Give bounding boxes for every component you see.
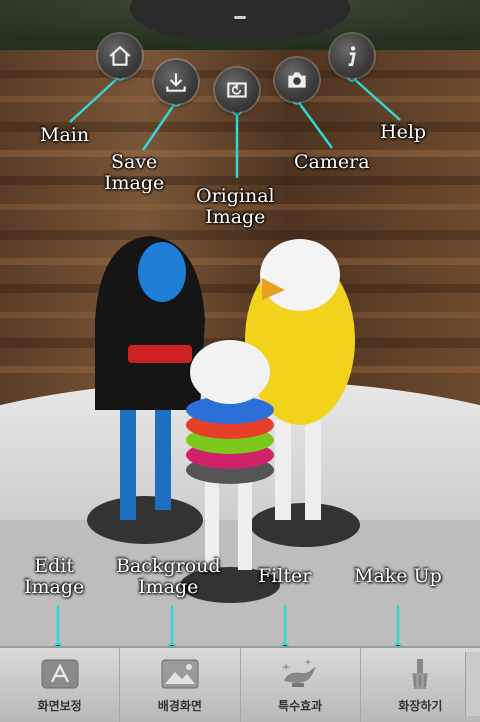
help-callout: Help [380, 121, 427, 143]
filter-callout: Filter [258, 565, 312, 587]
background-image-callout: Backgroud Image [116, 556, 221, 598]
tool-filter[interactable]: 특수효과 [241, 648, 361, 722]
edit-callout-line1: Edit [34, 555, 74, 577]
magic-lamp-icon [278, 656, 322, 692]
makeup-callout: Make Up [354, 565, 442, 587]
info-icon [348, 46, 356, 66]
toolbar-scroll-edge[interactable] [465, 652, 480, 716]
save-image-callout: Save Image [104, 152, 164, 194]
original-callout-line1: Original [196, 185, 275, 207]
tool-label: 특수효과 [278, 699, 323, 713]
makeup-brush-icon [398, 656, 442, 692]
camera-callout: Camera [294, 151, 370, 173]
download-icon [166, 73, 186, 92]
original-callout-line2: Image [205, 206, 266, 228]
edit-callout-line2: Image [24, 576, 85, 598]
main-callout: Main [40, 124, 90, 146]
tool-label: 화면보정 [37, 699, 82, 713]
restore-icon [227, 82, 247, 98]
app-store-icon [38, 656, 82, 692]
save-callout-line1: Save [110, 151, 158, 173]
edit-image-callout: Edit Image [24, 556, 84, 598]
menu-handle[interactable] [234, 16, 246, 19]
background-callout-line2: Image [138, 576, 199, 598]
tool-edit-image[interactable]: 화면보정 [0, 648, 121, 722]
save-callout-line2: Image [104, 172, 165, 194]
bottom-toolbar: 화면보정 배경화면 특수효과 화장하기 [0, 646, 480, 722]
original-image-callout: Original Image [196, 186, 275, 228]
camera-icon [288, 72, 306, 88]
background-callout-line1: Backgroud [116, 555, 221, 577]
tool-makeup[interactable]: 화장하기 [361, 648, 480, 722]
tool-background-image[interactable]: 배경화면 [120, 648, 241, 722]
picture-icon [158, 656, 202, 692]
main-button[interactable] [98, 34, 142, 78]
original-image-button[interactable] [215, 68, 259, 112]
home-icon [109, 45, 131, 66]
save-image-button[interactable] [154, 60, 198, 104]
help-button[interactable] [330, 34, 374, 78]
tool-label: 화장하기 [398, 699, 443, 713]
camera-button[interactable] [275, 58, 319, 102]
tool-label: 배경화면 [157, 699, 202, 713]
